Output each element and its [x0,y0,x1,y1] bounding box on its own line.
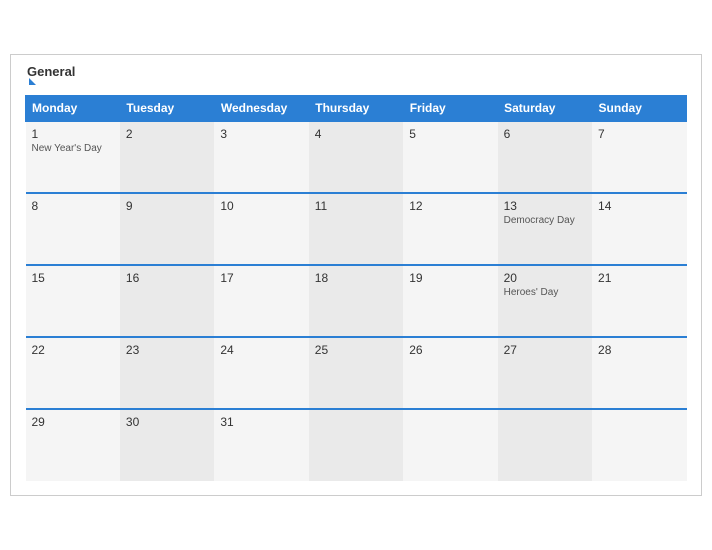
day-number: 6 [504,127,586,141]
day-cell: 18 [309,265,403,337]
day-number: 22 [32,343,114,357]
day-cell: 26 [403,337,497,409]
day-number: 24 [220,343,302,357]
day-number: 30 [126,415,208,429]
day-cell [498,409,592,481]
day-number: 5 [409,127,491,141]
day-cell: 19 [403,265,497,337]
day-number: 13 [504,199,586,213]
day-number: 9 [126,199,208,213]
header-sunday: Sunday [592,96,686,122]
day-number: 3 [220,127,302,141]
day-number: 7 [598,127,680,141]
day-number: 1 [32,127,114,141]
holiday-label: Heroes' Day [504,287,586,298]
holiday-label: New Year's Day [32,143,114,154]
day-cell: 15 [26,265,120,337]
week-row-5: 29 30 31 [26,409,687,481]
day-number: 21 [598,271,680,285]
week-row-3: 15 16 17 18 19 20 Heroes' Day 21 [26,265,687,337]
day-number: 23 [126,343,208,357]
day-cell: 31 [214,409,308,481]
day-cell: 29 [26,409,120,481]
day-cell: 16 [120,265,214,337]
day-number: 10 [220,199,302,213]
day-number: 29 [32,415,114,429]
day-cell: 11 [309,193,403,265]
day-cell [309,409,403,481]
header-thursday: Thursday [309,96,403,122]
day-cell: 3 [214,121,308,193]
day-number: 4 [315,127,397,141]
day-cell: 9 [120,193,214,265]
day-cell: 27 [498,337,592,409]
day-cell: 30 [120,409,214,481]
calendar: General Monday Tuesday Wednesday Thursda… [10,54,702,496]
day-number: 25 [315,343,397,357]
day-number: 15 [32,271,114,285]
day-cell: 24 [214,337,308,409]
logo-general-text: General [27,65,75,78]
header-monday: Monday [26,96,120,122]
day-number: 31 [220,415,302,429]
calendar-table: Monday Tuesday Wednesday Thursday Friday… [25,95,687,481]
day-number: 8 [32,199,114,213]
day-cell [592,409,686,481]
day-number: 2 [126,127,208,141]
day-cell: 10 [214,193,308,265]
day-cell: 6 [498,121,592,193]
day-number: 28 [598,343,680,357]
logo-blue-text [27,78,75,85]
logo-triangle-icon [29,78,36,85]
day-number: 11 [315,199,397,213]
day-cell: 7 [592,121,686,193]
week-row-4: 22 23 24 25 26 27 28 [26,337,687,409]
day-cell: 21 [592,265,686,337]
day-number: 26 [409,343,491,357]
weekday-header-row: Monday Tuesday Wednesday Thursday Friday… [26,96,687,122]
day-cell: 14 [592,193,686,265]
header-wednesday: Wednesday [214,96,308,122]
day-cell: 4 [309,121,403,193]
day-cell: 13 Democracy Day [498,193,592,265]
day-cell: 28 [592,337,686,409]
day-number: 16 [126,271,208,285]
week-row-2: 89 10 11 12 13 Democracy Day 14 [26,193,687,265]
day-number: 20 [504,271,586,285]
day-number: 27 [504,343,586,357]
day-number: 19 [409,271,491,285]
day-cell: 2 [120,121,214,193]
day-cell: 8 [26,193,120,265]
week-row-1: 1 New Year's Day 234567 [26,121,687,193]
header-tuesday: Tuesday [120,96,214,122]
day-number: 18 [315,271,397,285]
header-saturday: Saturday [498,96,592,122]
day-number: 17 [220,271,302,285]
day-cell: 25 [309,337,403,409]
day-cell: 12 [403,193,497,265]
header-friday: Friday [403,96,497,122]
logo: General [27,65,75,85]
holiday-label: Democracy Day [504,215,586,226]
day-number: 12 [409,199,491,213]
day-number: 14 [598,199,680,213]
day-cell: 23 [120,337,214,409]
day-cell: 20 Heroes' Day [498,265,592,337]
day-cell [403,409,497,481]
calendar-header: General [25,65,687,85]
day-cell: 17 [214,265,308,337]
day-cell: 1 New Year's Day [26,121,120,193]
day-cell: 5 [403,121,497,193]
day-cell: 22 [26,337,120,409]
